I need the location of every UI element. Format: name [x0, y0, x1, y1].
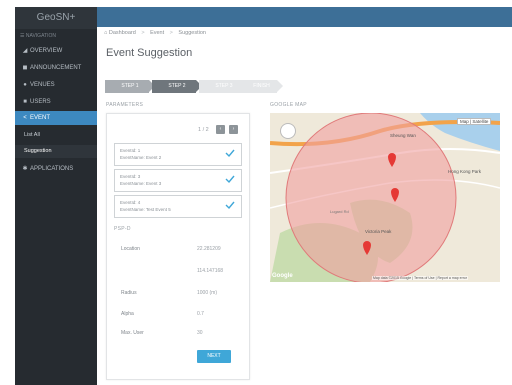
navigation-toggle[interactable]: ☰ NAVIGATION [20, 33, 56, 39]
map-pan-control[interactable] [280, 123, 296, 139]
radius-label: Radius [121, 290, 137, 296]
map-label-lugard-road: Lugard Rd [330, 209, 349, 214]
google-logo: Google [272, 273, 293, 279]
event-id: EventId: 4 [120, 200, 141, 205]
event-card[interactable]: EventId: 4 EventName: Test Event 5 [114, 195, 242, 218]
next-button[interactable]: NEXT [197, 350, 231, 363]
gear-icon: ✱ [22, 166, 28, 172]
pager-text: 1 / 2 [198, 127, 209, 133]
sidebar-item-event[interactable]: < EVENT [15, 111, 97, 125]
sidebar-item-label: VENUES [30, 82, 55, 88]
map-label-sheung-wan: Sheung Wan [390, 133, 416, 138]
algorithm-subheading: PSP-D [114, 226, 131, 232]
map-label-hong-kong-park: Hong Kong Park [448, 169, 482, 174]
parameters-heading: PARAMETERS [106, 102, 144, 108]
pager-next-button[interactable]: › [229, 125, 238, 134]
step-1[interactable]: STEP 1 [105, 80, 155, 93]
map-attribution[interactable]: Map data ©2015 Google | Terms of Use | R… [372, 276, 469, 280]
event-card[interactable]: EventId: 1 EventName: Event 2 [114, 143, 242, 166]
map-label-victoria-peak: Victoria Peak [365, 229, 392, 234]
radius-circle [285, 113, 457, 282]
top-bar [97, 7, 512, 27]
step-label: FINISH [253, 83, 270, 89]
sidebar-item-overview[interactable]: ◢ OVERVIEW [15, 44, 97, 58]
alpha-value: 0.7 [197, 311, 204, 317]
breadcrumb-separator: > [169, 30, 173, 36]
radius-value: 1000 (m) [197, 290, 218, 296]
map-canvas[interactable]: Sheung Wan Hong Kong Park Victoria Peak … [270, 113, 500, 282]
sidebar-subitem-suggestion[interactable]: Suggestion [15, 145, 97, 158]
step-2[interactable]: STEP 2 [152, 80, 202, 93]
sidebar-item-users[interactable]: ■ USERS [15, 95, 97, 109]
sidebar-subitem-label: List All [24, 132, 40, 138]
map-marker-icon: ● [23, 82, 27, 88]
map-heading: GOOGLE MAP [270, 102, 307, 108]
max-user-label: Max. User [121, 330, 144, 336]
bar-chart-icon: ◢ [22, 48, 28, 54]
page-title: Event Suggestion [106, 47, 193, 59]
sidebar-item-label: EVENT [30, 115, 51, 121]
breadcrumb: ⌂ Dashboard > Event > Suggestion [104, 30, 206, 36]
sidebar-subitem-list-all[interactable]: List All [15, 129, 97, 142]
alpha-label: Alpha [121, 311, 134, 317]
sidebar-item-label: USERS [30, 99, 51, 105]
pager-prev-button[interactable]: ‹ [216, 125, 225, 134]
sidebar-item-applications[interactable]: ✱ APPLICATIONS [15, 162, 97, 176]
step-label: STEP 1 [121, 83, 139, 89]
check-icon [225, 201, 235, 210]
brand-logo: GeoSN+ [15, 7, 97, 29]
sidebar: GeoSN+ ☰ NAVIGATION ◢ OVERVIEW ◼ ANNOUNCEM… [15, 7, 97, 385]
share-icon: < [23, 115, 27, 121]
map-type-toggle[interactable]: Map | Satellite [457, 118, 492, 125]
event-name: EventName: Event 3 [120, 181, 162, 186]
breadcrumb-dashboard[interactable]: Dashboard [109, 30, 136, 36]
check-icon [225, 175, 235, 184]
location-latitude-value: 22.281209 [197, 246, 221, 252]
sidebar-item-label: ANNOUNCEMENT [30, 65, 82, 71]
breadcrumb-separator: > [141, 30, 145, 36]
location-longitude-value: 114.147168 [197, 268, 224, 274]
breadcrumb-event[interactable]: Event [150, 30, 164, 36]
megaphone-icon: ◼ [22, 65, 28, 71]
event-id: EventId: 3 [120, 174, 141, 179]
navigation-toggle-label: NAVIGATION [25, 33, 56, 39]
google-map[interactable]: Sheung Wan Hong Kong Park Victoria Peak … [270, 113, 500, 282]
sidebar-item-venues[interactable]: ● VENUES [15, 78, 97, 92]
breadcrumb-suggestion: Suggestion [178, 30, 206, 36]
check-icon [225, 149, 235, 158]
location-label: Location [121, 246, 140, 252]
sidebar-item-label: OVERVIEW [30, 48, 63, 54]
sidebar-subitem-label: Suggestion [24, 148, 52, 154]
step-label: STEP 3 [215, 83, 233, 89]
users-icon: ■ [23, 99, 27, 105]
event-name: EventName: Event 2 [120, 155, 162, 160]
event-name: EventName: Test Event 5 [120, 207, 171, 212]
event-id: EventId: 1 [120, 148, 141, 153]
step-label: STEP 2 [168, 83, 186, 89]
max-user-value: 30 [197, 330, 203, 336]
sidebar-item-announcement[interactable]: ◼ ANNOUNCEMENT [15, 61, 97, 75]
event-card[interactable]: EventId: 3 EventName: Event 3 [114, 169, 242, 192]
sidebar-item-label: APPLICATIONS [30, 166, 74, 172]
step-finish: FINISH [240, 80, 283, 93]
